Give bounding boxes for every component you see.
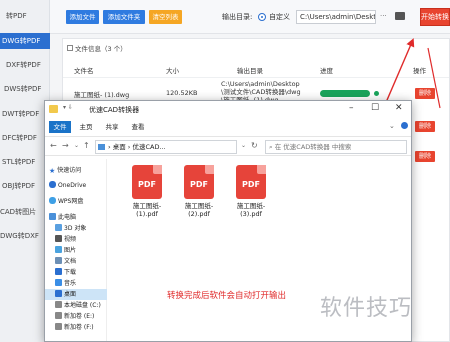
expand-ribbon-icon[interactable]: ⌄ xyxy=(389,122,395,130)
pdf-file-icon: PDF xyxy=(132,165,162,199)
drive-icon xyxy=(55,323,62,330)
file-item[interactable]: PDF 施工图纸- (1).pdf xyxy=(117,165,177,221)
ribbon-tab-home[interactable]: 主页 xyxy=(75,121,97,133)
nav-item-downloads[interactable]: 下载 xyxy=(45,267,107,278)
quick-access-toolbar-icon[interactable]: ▾ ⇩ xyxy=(63,104,73,111)
nav-item-drive-e[interactable]: 新加卷 (E:) xyxy=(45,311,107,322)
nav-item-drive-f[interactable]: 新加卷 (F:) xyxy=(45,322,107,333)
folder-icon xyxy=(49,105,58,113)
address-bar-row: ← → ⌄ ↑ › 桌面 › 优速CAD... ⌄ ↻ ⌕ 在 优速CAD转换器… xyxy=(45,136,411,156)
search-icon: ⌕ xyxy=(269,143,273,151)
refresh-icon[interactable]: ↻ xyxy=(251,139,258,153)
music-icon xyxy=(55,279,62,286)
cloud-icon xyxy=(49,181,56,188)
nav-item-quick-access[interactable]: ★ 快速访问 xyxy=(45,165,107,176)
arrow-to-output xyxy=(427,47,441,109)
maximize-icon[interactable]: ☐ xyxy=(371,103,379,113)
nav-item-music[interactable]: 音乐 xyxy=(45,278,107,289)
drive-icon xyxy=(55,312,62,319)
cube-icon xyxy=(55,224,62,231)
annotation-text: 转换完成后软件会自动打开输出 xyxy=(167,291,287,301)
explorer-title: 优速CAD转换器 xyxy=(89,106,140,114)
minimize-icon[interactable]: – xyxy=(349,103,354,113)
breadcrumb-desktop[interactable]: 桌面 xyxy=(113,143,126,151)
recent-dropdown-icon[interactable]: ⌄ xyxy=(74,139,79,153)
desktop-icon xyxy=(55,290,62,297)
address-dropdown-icon[interactable]: ⌄ xyxy=(241,139,246,153)
folder-icon xyxy=(98,144,105,150)
nav-item-videos[interactable]: 视频 xyxy=(45,234,107,245)
video-icon xyxy=(55,235,62,242)
document-icon xyxy=(55,257,62,264)
ribbon-tab-share[interactable]: 共享 xyxy=(101,121,123,133)
nav-item-desktop[interactable]: 桌面 xyxy=(45,289,107,300)
explorer-titlebar: ▾ ⇩ 优速CAD转换器 – ☐ ✕ xyxy=(45,101,411,119)
pdf-file-icon: PDF xyxy=(236,165,266,199)
file-name: 施工图纸- (3).pdf xyxy=(236,202,266,218)
app-window: 转PDF DWG转PDF DXF转PDF DWS转PDF DWT转PDF DFC… xyxy=(0,0,450,342)
ribbon-tab-view[interactable]: 查看 xyxy=(127,121,149,133)
back-icon[interactable]: ← xyxy=(50,139,57,153)
star-icon: ★ xyxy=(49,167,56,175)
ribbon-tab-file[interactable]: 文件 xyxy=(49,121,71,133)
nav-item-this-pc[interactable]: 此电脑 xyxy=(45,212,107,223)
close-icon[interactable]: ✕ xyxy=(395,103,403,113)
watermark: 软件技巧 xyxy=(320,296,413,321)
download-icon xyxy=(55,268,62,275)
computer-icon xyxy=(49,213,56,220)
cloud-icon xyxy=(49,197,56,204)
nav-item-drive-c[interactable]: 本地磁盘 (C:) xyxy=(45,300,107,311)
help-icon[interactable] xyxy=(401,122,408,129)
breadcrumb-folder[interactable]: 优速CAD... xyxy=(132,143,165,151)
image-icon xyxy=(55,246,62,253)
file-item[interactable]: PDF 施工图纸- (2).pdf xyxy=(169,165,229,221)
breadcrumb-sep: › xyxy=(127,143,131,151)
address-input[interactable]: › 桌面 › 优速CAD... xyxy=(95,140,237,154)
up-icon[interactable]: ↑ xyxy=(83,139,90,153)
search-input[interactable]: ⌕ 在 优速CAD转换器 中搜索 xyxy=(265,140,407,154)
nav-item-wps-drive[interactable]: WPS网盘 xyxy=(45,196,107,207)
nav-item-documents[interactable]: 文档 xyxy=(45,256,107,267)
pdf-file-icon: PDF xyxy=(184,165,214,199)
breadcrumb-sep: › xyxy=(108,143,111,151)
file-name: 施工图纸- (2).pdf xyxy=(184,202,214,218)
file-item[interactable]: PDF 施工图纸- (3).pdf xyxy=(221,165,281,221)
nav-item-pictures[interactable]: 图片 xyxy=(45,245,107,256)
nav-item-onedrive[interactable]: OneDrive xyxy=(45,180,107,191)
drive-icon xyxy=(55,301,62,308)
nav-item-3d-objects[interactable]: 3D 对象 xyxy=(45,223,107,234)
navigation-pane: ★ 快速访问 OneDrive WPS网盘 此电脑 3D 对象 视频 图片 文档 … xyxy=(45,159,107,341)
forward-icon[interactable]: → xyxy=(62,139,69,153)
file-name: 施工图纸- (1).pdf xyxy=(132,202,162,218)
